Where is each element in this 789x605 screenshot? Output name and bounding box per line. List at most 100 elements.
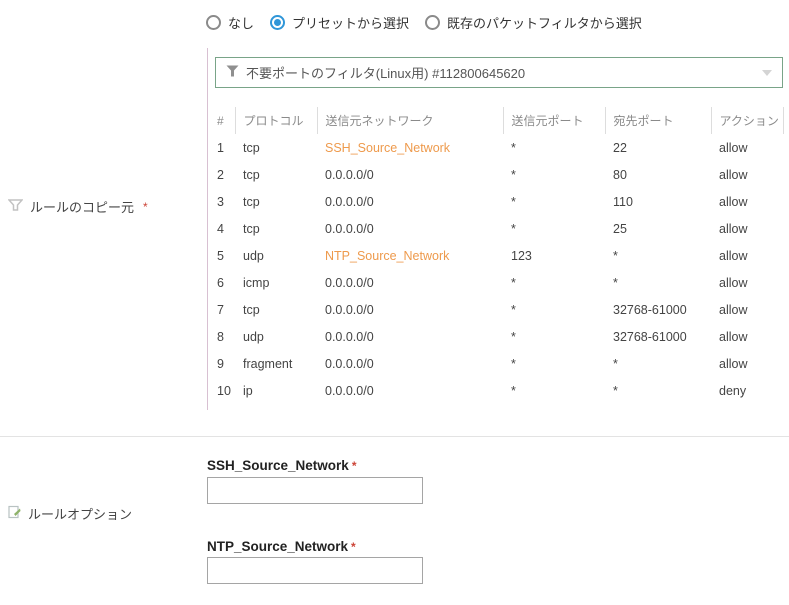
cell-source-network: 0.0.0.0/0 [317, 188, 503, 215]
cell-row-number: 10 [211, 377, 235, 404]
cell-source-network: 0.0.0.0/0 [317, 215, 503, 242]
table-row: 3tcp0.0.0.0/0*110allow [211, 188, 783, 215]
cell-destination-port: * [605, 269, 711, 296]
table-header-cell: 宛先ポート [605, 107, 711, 134]
radio-label: 既存のパケットフィルタから選択 [447, 13, 642, 32]
cell-protocol: tcp [235, 215, 317, 242]
cell-source-network: 0.0.0.0/0 [317, 161, 503, 188]
table-header-row: #プロトコル送信元ネットワーク送信元ポート宛先ポートアクション [211, 107, 783, 134]
section-indicator-line [207, 48, 208, 410]
radio-option-existing-filter[interactable]: 既存のパケットフィルタから選択 [425, 13, 642, 32]
rule-options-icon [8, 505, 21, 522]
cell-destination-port: 32768-61000 [605, 323, 711, 350]
table-header-cell: プロトコル [235, 107, 317, 134]
cell-source-port: 123 [503, 242, 605, 269]
cell-protocol: tcp [235, 161, 317, 188]
cell-action: allow [711, 269, 783, 296]
cell-protocol: fragment [235, 350, 317, 377]
packet-filter-rules-table: #プロトコル送信元ネットワーク送信元ポート宛先ポートアクション 1tcpSSH_… [211, 107, 784, 404]
cell-source-port: * [503, 134, 605, 161]
rule-source-mode-group: なし プリセットから選択 既存のパケットフィルタから選択 [206, 13, 642, 32]
rule-options-label: ルールオプション [8, 504, 132, 523]
required-mark: * [352, 459, 357, 473]
cell-action: allow [711, 350, 783, 377]
cell-action: allow [711, 134, 783, 161]
cell-source-port: * [503, 215, 605, 242]
cell-row-number: 5 [211, 242, 235, 269]
radio-icon[interactable] [206, 15, 221, 30]
cell-protocol: tcp [235, 134, 317, 161]
chevron-down-icon [762, 70, 772, 76]
cell-destination-port: * [605, 242, 711, 269]
table-header-cell: 送信元ネットワーク [317, 107, 503, 134]
field-label-text: NTP_Source_Network [207, 539, 348, 554]
cell-source-port: * [503, 350, 605, 377]
cell-protocol: udp [235, 323, 317, 350]
cell-row-number: 1 [211, 134, 235, 161]
cell-source-network: 0.0.0.0/0 [317, 350, 503, 377]
table-row: 5udpNTP_Source_Network123*allow [211, 242, 783, 269]
radio-icon[interactable] [270, 15, 285, 30]
cell-action: allow [711, 296, 783, 323]
cell-protocol: udp [235, 242, 317, 269]
table-row: 9fragment0.0.0.0/0**allow [211, 350, 783, 377]
radio-label: プリセットから選択 [292, 13, 409, 32]
preset-filter-select[interactable]: 不要ポートのフィルタ(Linux用) #112800645620 [215, 57, 783, 88]
rule-options-text: ルールオプション [28, 504, 132, 523]
table-row: 7tcp0.0.0.0/0*32768-61000allow [211, 296, 783, 323]
cell-action: allow [711, 242, 783, 269]
cell-source-network[interactable]: NTP_Source_Network [317, 242, 503, 269]
cell-row-number: 7 [211, 296, 235, 323]
cell-destination-port: 22 [605, 134, 711, 161]
cell-protocol: tcp [235, 296, 317, 323]
preset-filter-value: 不要ポートのフィルタ(Linux用) #112800645620 [246, 63, 525, 82]
cell-source-port: * [503, 296, 605, 323]
cell-destination-port: * [605, 377, 711, 404]
table-header-cell: 送信元ポート [503, 107, 605, 134]
cell-protocol: icmp [235, 269, 317, 296]
required-mark: * [351, 540, 356, 554]
cell-source-port: * [503, 323, 605, 350]
cell-row-number: 8 [211, 323, 235, 350]
cell-source-network: 0.0.0.0/0 [317, 296, 503, 323]
rule-copy-icon [8, 199, 23, 214]
cell-source-port: * [503, 188, 605, 215]
cell-source-port: * [503, 269, 605, 296]
required-mark: * [143, 200, 148, 214]
cell-protocol: tcp [235, 188, 317, 215]
cell-destination-port: 110 [605, 188, 711, 215]
table-header-cell: # [211, 107, 235, 134]
table-row: 1tcpSSH_Source_Network*22allow [211, 134, 783, 161]
radio-option-preset[interactable]: プリセットから選択 [270, 13, 409, 32]
ssh-source-network-label: SSH_Source_Network* [207, 458, 356, 473]
cell-action: allow [711, 215, 783, 242]
ssh-source-network-input[interactable] [207, 477, 423, 504]
table-header-cell: アクション [711, 107, 783, 134]
ntp-source-network-label: NTP_Source_Network* [207, 539, 356, 554]
cell-action: allow [711, 323, 783, 350]
cell-protocol: ip [235, 377, 317, 404]
cell-row-number: 9 [211, 350, 235, 377]
table-row: 10ip0.0.0.0/0**deny [211, 377, 783, 404]
cell-source-network[interactable]: SSH_Source_Network [317, 134, 503, 161]
rule-copy-source-label: ルールのコピー元 * [8, 197, 148, 216]
radio-option-none[interactable]: なし [206, 13, 254, 32]
cell-source-port: * [503, 161, 605, 188]
table-body: 1tcpSSH_Source_Network*22allow2tcp0.0.0.… [211, 134, 783, 404]
cell-source-network: 0.0.0.0/0 [317, 377, 503, 404]
filter-icon [226, 64, 239, 82]
cell-row-number: 3 [211, 188, 235, 215]
radio-icon[interactable] [425, 15, 440, 30]
cell-action: deny [711, 377, 783, 404]
section-divider [0, 436, 789, 437]
cell-source-port: * [503, 377, 605, 404]
ntp-source-network-input[interactable] [207, 557, 423, 584]
cell-destination-port: 25 [605, 215, 711, 242]
rule-copy-source-text: ルールのコピー元 [30, 197, 134, 216]
cell-row-number: 6 [211, 269, 235, 296]
table-row: 4tcp0.0.0.0/0*25allow [211, 215, 783, 242]
cell-row-number: 4 [211, 215, 235, 242]
field-label-text: SSH_Source_Network [207, 458, 349, 473]
cell-action: allow [711, 188, 783, 215]
table-row: 2tcp0.0.0.0/0*80allow [211, 161, 783, 188]
